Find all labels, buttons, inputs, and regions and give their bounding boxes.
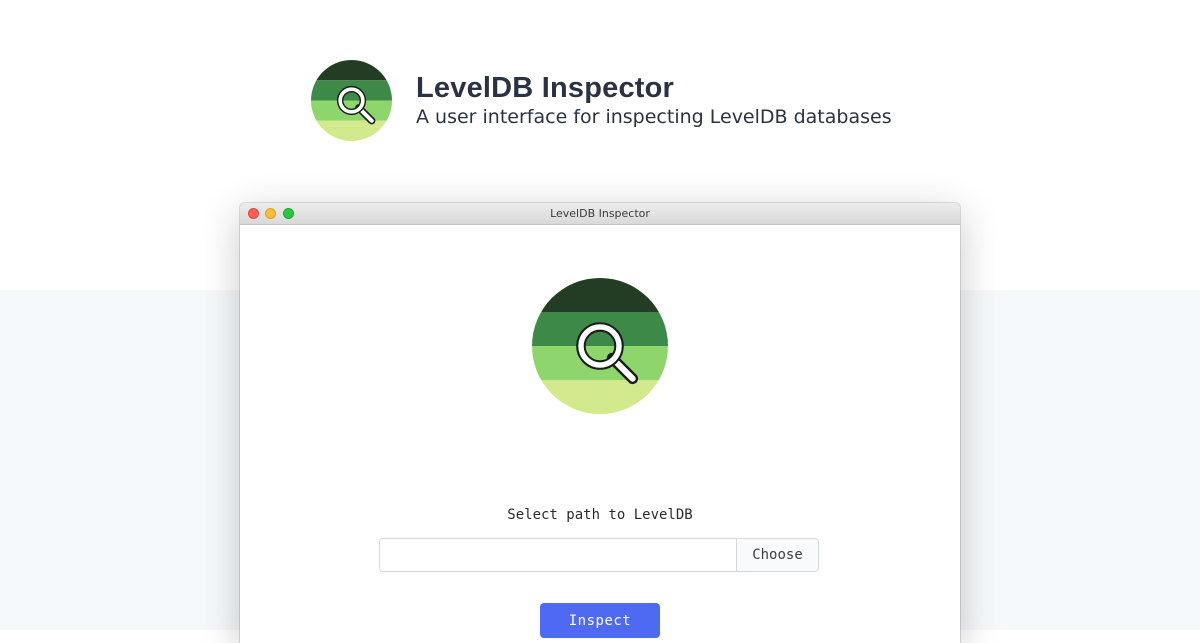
- choose-button[interactable]: Choose: [736, 539, 818, 571]
- window-titlebar[interactable]: LevelDB Inspector: [240, 203, 960, 225]
- hero-subtitle: A user interface for inspecting LevelDB …: [416, 106, 892, 128]
- inspect-button[interactable]: Inspect: [540, 603, 660, 638]
- select-path-label: Select path to LevelDB: [507, 507, 693, 523]
- hero-title: LevelDB Inspector: [416, 72, 675, 104]
- magnifier-logo-icon: [532, 278, 668, 414]
- hero-text: LevelDB Inspector A user interface for i…: [416, 71, 892, 129]
- app-logo-icon: [311, 59, 392, 141]
- path-input[interactable]: [380, 539, 736, 571]
- path-picker: Choose: [379, 538, 819, 572]
- app-window: LevelDB Inspector Select path to LevelDB…: [240, 203, 960, 643]
- window-content: Select path to LevelDB Choose Inspect: [240, 225, 960, 643]
- hero-header: LevelDB Inspector A user interface for i…: [311, 59, 892, 141]
- window-title: LevelDB Inspector: [550, 207, 650, 220]
